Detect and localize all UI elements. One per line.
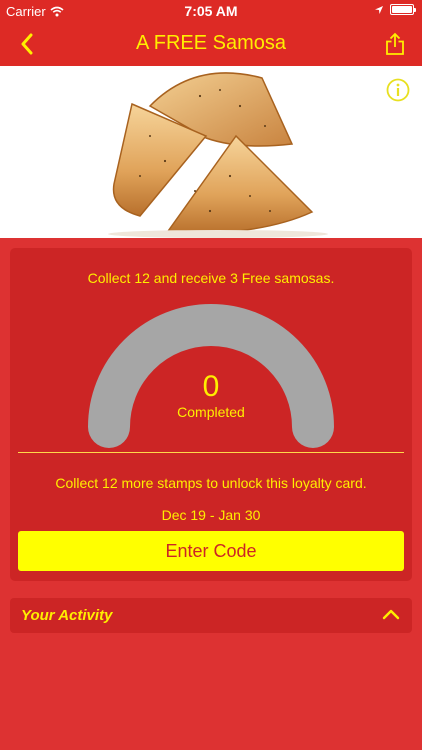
completed-count: 0 [202, 370, 220, 403]
chevron-left-icon [21, 33, 33, 55]
status-bar: Carrier 7:05 AM [0, 0, 422, 22]
share-button[interactable] [382, 30, 408, 58]
hero-image [0, 66, 422, 238]
chevron-up-icon [382, 609, 400, 620]
completed-label: Completed [177, 404, 245, 420]
status-indicators [374, 4, 416, 15]
info-button[interactable] [386, 78, 410, 102]
location-arrow-icon [375, 5, 383, 14]
loyalty-card: Collect 12 and receive 3 Free samosas. 0… [10, 248, 412, 581]
page-title: A FREE Samosa [135, 32, 287, 54]
back-button[interactable] [14, 31, 40, 57]
unlock-message: Collect 12 more stamps to unlock this lo… [55, 475, 367, 491]
share-icon [386, 32, 404, 55]
date-range: Dec 19 - Jan 30 [161, 507, 261, 523]
navigation-bar: A FREE Samosa [0, 22, 422, 66]
samosa-image [108, 72, 328, 238]
reward-description: Collect 12 and receive 3 Free samosas. [87, 270, 335, 286]
activity-section-header[interactable]: Your Activity [10, 598, 412, 633]
divider [18, 452, 404, 453]
activity-label: Your Activity [21, 607, 113, 624]
battery-icon [390, 4, 416, 15]
clock: 7:05 AM [184, 3, 238, 19]
enter-code-button[interactable]: Enter Code [18, 531, 404, 571]
info-icon [386, 78, 410, 102]
